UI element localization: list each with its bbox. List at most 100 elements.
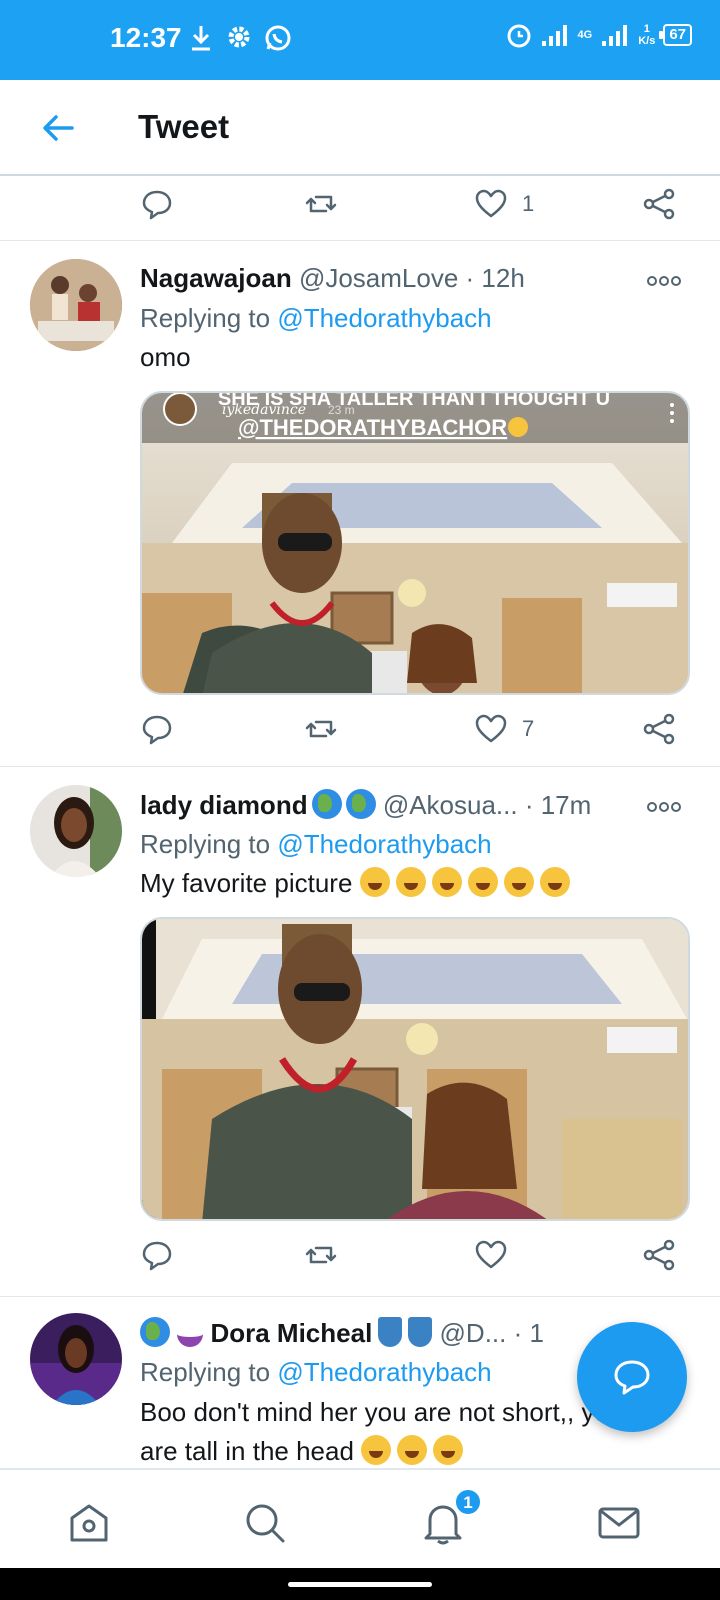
globe-emoji-icon	[140, 1317, 170, 1347]
search-icon[interactable]	[242, 1500, 288, 1546]
laughing-emoji-icon	[359, 867, 390, 897]
share-button[interactable]	[642, 707, 676, 751]
photo-man-woman	[142, 919, 688, 1219]
replying-to: Replying to @Thedorathybach	[140, 1357, 492, 1387]
top-app-bar: Tweet	[0, 80, 720, 176]
tweet-actions: 1	[140, 182, 690, 226]
laughing-emoji-icon	[539, 867, 570, 897]
share-icon	[643, 188, 675, 220]
tweet-actions: 7	[140, 707, 690, 751]
messages-mail-icon[interactable]	[596, 1500, 642, 1546]
reply-bubble-icon	[614, 1360, 650, 1395]
reply-button[interactable]	[140, 1233, 174, 1277]
laughing-emoji-icon	[361, 1435, 392, 1465]
reply-icon	[142, 190, 172, 220]
back-arrow-icon[interactable]	[38, 108, 78, 148]
tweet-text: omo	[140, 342, 191, 372]
author-handle[interactable]: @JosamLove	[299, 263, 458, 293]
avatar[interactable]	[30, 1313, 122, 1405]
like-button[interactable]: 1	[474, 182, 534, 226]
tweet-image[interactable]: SHE IS SHA TALLER THAN I THOUGHT U iyked…	[140, 391, 690, 695]
like-count: 1	[522, 191, 535, 216]
home-icon[interactable]	[66, 1500, 112, 1546]
more-options-icon[interactable]	[646, 271, 682, 291]
laughing-emoji-icon	[433, 1435, 464, 1465]
retweet-icon	[305, 195, 337, 213]
tweet-actions	[140, 1233, 690, 1277]
retweet-icon	[305, 720, 337, 738]
media-overlay-mention: @THEDORATHYBACHOR	[238, 415, 507, 440]
tweet-item[interactable]: lady diamond @Akosua... · 17m Replying t…	[0, 767, 720, 1295]
retweet-button[interactable]	[304, 182, 338, 226]
tweet-meta: Nagawajoan @JosamLove · 12h	[140, 263, 525, 294]
whatsapp-icon	[265, 25, 291, 51]
author-name[interactable]: Dora Micheal	[210, 1318, 372, 1348]
tweet-meta: Dora Micheal @D... · 1	[140, 1317, 544, 1349]
settings-icon	[228, 26, 250, 48]
shield-emoji-icon	[378, 1317, 403, 1347]
reply-button[interactable]	[140, 707, 174, 751]
tweet-time: · 17m	[524, 790, 592, 820]
like-button[interactable]: 7	[474, 707, 534, 751]
share-icon	[643, 1239, 675, 1271]
tweet-time: · 12h	[465, 263, 525, 293]
system-navigation-bar	[0, 1568, 720, 1600]
more-options-icon[interactable]	[646, 797, 682, 817]
tweet-text-line2: are tall in the head	[140, 1435, 469, 1467]
retweet-button[interactable]	[304, 1233, 338, 1277]
reply-icon	[142, 1241, 172, 1271]
retweet-icon	[305, 1246, 337, 1264]
author-name[interactable]: lady diamond	[140, 790, 308, 820]
author-name[interactable]: Nagawajoan	[140, 263, 292, 293]
retweet-button[interactable]	[304, 707, 338, 751]
laughing-emoji-icon	[397, 1435, 428, 1465]
network-type: 4G	[577, 29, 593, 41]
download-icon	[192, 26, 210, 51]
tweet-feed[interactable]: 1 Nagawajoan @JosamLove · 12h Replying t…	[0, 178, 720, 1468]
heart-icon	[475, 1240, 507, 1269]
avatar-image	[30, 785, 122, 877]
signal-icon	[541, 25, 567, 46]
mention-link[interactable]: @Thedorathybach	[277, 303, 491, 333]
laughing-emoji-icon	[395, 867, 426, 897]
laughing-emoji-icon	[431, 867, 462, 897]
author-handle[interactable]: @D...	[440, 1318, 507, 1348]
alarm-icon	[507, 24, 530, 48]
mention-link[interactable]: @Thedorathybach	[277, 829, 491, 859]
avatar[interactable]	[30, 259, 122, 351]
tweet-text: Boo don't mind her you are not short,, y…	[140, 1397, 624, 1427]
signal-icon-2	[602, 25, 628, 46]
network-speed: 1 K/s	[638, 23, 656, 47]
avatar-image	[30, 1313, 122, 1405]
like-count: 7	[522, 716, 535, 741]
share-icon	[643, 713, 675, 745]
tweet-text: My favorite picture	[140, 867, 576, 899]
status-time: 12:37	[110, 22, 182, 53]
reply-button[interactable]	[140, 182, 174, 226]
replying-to: Replying to @Thedorathybach	[140, 829, 492, 859]
heart-icon	[475, 714, 507, 743]
share-button[interactable]	[642, 182, 676, 226]
notification-badge: 1	[454, 1488, 482, 1516]
globe-emoji-icon	[311, 789, 342, 819]
like-button[interactable]	[474, 1233, 508, 1277]
page-title: Tweet	[138, 108, 230, 145]
tweet-item[interactable]: Nagawajoan @JosamLove · 12h Replying to …	[0, 241, 720, 765]
share-button[interactable]	[642, 1233, 676, 1277]
globe-emoji-icon	[345, 789, 376, 819]
mention-link[interactable]: @Thedorathybach	[277, 1357, 491, 1387]
reply-icon	[142, 715, 172, 745]
replying-to: Replying to @Thedorathybach	[140, 303, 492, 333]
avatar-image	[30, 259, 122, 351]
tweet-time: · 1	[513, 1318, 544, 1348]
photo-man-woman: SHE IS SHA TALLER THAN I THOUGHT U iyked…	[142, 393, 688, 693]
laughing-emoji-icon	[503, 867, 534, 897]
home-gesture-handle[interactable]	[288, 1582, 432, 1587]
laughing-emoji-icon	[467, 867, 498, 897]
battery-level: 67	[659, 24, 692, 46]
shield-emoji-icon	[408, 1317, 433, 1347]
compose-reply-button[interactable]	[577, 1322, 687, 1432]
tweet-image[interactable]	[140, 917, 690, 1221]
avatar[interactable]	[30, 785, 122, 877]
author-handle[interactable]: @Akosua...	[383, 790, 518, 820]
